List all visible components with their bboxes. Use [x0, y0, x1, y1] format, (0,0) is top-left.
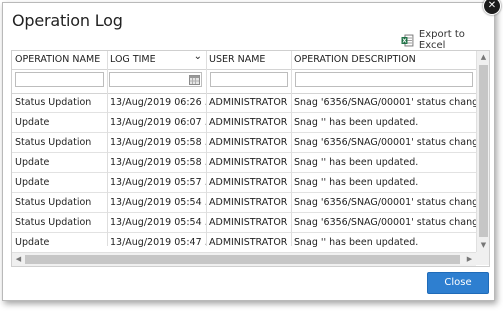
column-header-log-time[interactable]: LOG TIME ⌄ [107, 51, 206, 69]
cell-operation-description: Snag '' has been updated. [294, 237, 419, 248]
cell-user-name: ADMINISTRATOR [209, 97, 288, 108]
operation-description-filter[interactable] [295, 72, 473, 87]
operation-log-grid: OPERATION NAME LOG TIME ⌄ USER NAME OPER… [11, 50, 490, 267]
table-row[interactable]: Status Updation 13/Aug/2019 06:26 … ADMINI… [12, 93, 476, 113]
cell-operation-description: Snag '6356/SNAG/00001' status changed [294, 197, 476, 208]
table-row[interactable]: Update 13/Aug/2019 05:58 … ADMINISTRATOR Sn… [12, 153, 476, 173]
cell-user-name: ADMINISTRATOR [209, 157, 288, 168]
operation-name-filter[interactable] [15, 72, 104, 87]
cell-user-name: ADMINISTRATOR [209, 217, 288, 228]
table-row[interactable]: Update 13/Aug/2019 05:57 … ADMINISTRATOR Sn… [12, 173, 476, 193]
cell-operation-description: Snag '6356/SNAG/00001' status changed [294, 97, 476, 108]
table-row[interactable]: Update 13/Aug/2019 05:47 … ADMINISTRATOR Sn… [12, 233, 476, 253]
cell-operation-description: Snag '6356/SNAG/00001' status changed [294, 217, 476, 228]
cell-user-name: ADMINISTRATOR [209, 177, 288, 188]
table-row[interactable]: Status Updation 13/Aug/2019 05:58 … ADMINI… [12, 133, 476, 153]
filter-row [12, 69, 489, 94]
cell-operation-name: Status Updation [15, 197, 92, 208]
log-time-label: LOG TIME [110, 54, 156, 65]
cell-user-name: ADMINISTRATOR [209, 237, 288, 248]
excel-icon: X [401, 34, 414, 46]
column-header-operation-description[interactable]: OPERATION DESCRIPTION [291, 51, 476, 69]
column-header-operation-name[interactable]: OPERATION NAME [12, 51, 107, 69]
scroll-up-arrow[interactable]: ▲ [477, 51, 489, 63]
export-to-excel-link[interactable]: X Export to Excel [401, 29, 494, 51]
cell-user-name: ADMINISTRATOR [209, 197, 288, 208]
calendar-icon[interactable] [189, 74, 200, 85]
horizontal-scrollbar[interactable]: ◀ ▶ [12, 252, 476, 266]
scrollbar-corner [476, 252, 489, 265]
dialog-title: Operation Log [12, 11, 123, 30]
close-button[interactable]: Close [427, 272, 489, 294]
cell-operation-name: Update [15, 157, 50, 168]
column-divider [291, 51, 292, 246]
scroll-right-arrow[interactable]: ▶ [463, 253, 476, 266]
cell-user-name: ADMINISTRATOR [209, 137, 288, 148]
cell-operation-name: Status Updation [15, 137, 92, 148]
table-row[interactable]: Status Updation 13/Aug/2019 05:54 … ADMINI… [12, 213, 476, 233]
log-time-filter[interactable] [109, 72, 202, 87]
cell-operation-description: Snag '' has been updated. [294, 177, 419, 188]
column-divider [206, 51, 207, 246]
vertical-scrollbar[interactable]: ▲ ▼ [476, 51, 489, 252]
scroll-down-arrow[interactable]: ▼ [477, 239, 489, 251]
cell-operation-name: Status Updation [15, 97, 92, 108]
table-row[interactable]: Update 13/Aug/2019 06:07 … ADMINISTRATOR Sn… [12, 113, 476, 133]
operation-log-dialog: Operation Log X Export to Excel OPERATIO… [2, 2, 495, 301]
cell-operation-description: Snag '' has been updated. [294, 117, 419, 128]
cell-log-time: 13/Aug/2019 06:07 … [110, 117, 206, 128]
cell-operation-description: Snag '6356/SNAG/00001' status changed [294, 137, 476, 148]
cell-log-time: 13/Aug/2019 05:54 … [110, 217, 206, 228]
close-icon[interactable]: ✕ [483, 0, 501, 15]
scroll-left-arrow[interactable]: ◀ [12, 253, 25, 266]
cell-log-time: 13/Aug/2019 05:47 … [110, 237, 206, 248]
cell-operation-name: Update [15, 117, 50, 128]
vertical-scroll-thumb[interactable] [479, 65, 488, 237]
chevron-down-icon: ⌄ [193, 51, 202, 62]
cell-operation-name: Update [15, 237, 50, 248]
horizontal-scroll-thumb[interactable] [25, 255, 460, 264]
cell-log-time: 13/Aug/2019 05:57 … [110, 177, 206, 188]
cell-user-name: ADMINISTRATOR [209, 117, 288, 128]
user-name-filter[interactable] [210, 72, 288, 87]
cell-operation-description: Snag '' has been updated. [294, 157, 419, 168]
cell-operation-name: Status Updation [15, 217, 92, 228]
column-header-user-name[interactable]: USER NAME [206, 51, 291, 69]
cell-log-time: 13/Aug/2019 05:54 … [110, 197, 206, 208]
table-row[interactable]: Status Updation 13/Aug/2019 05:54 … ADMINI… [12, 193, 476, 213]
export-label: Export to Excel [418, 29, 465, 51]
cell-operation-name: Update [15, 177, 50, 188]
cell-log-time: 13/Aug/2019 05:58 … [110, 137, 206, 148]
column-divider [107, 51, 108, 246]
cell-log-time: 13/Aug/2019 05:58 … [110, 157, 206, 168]
cell-log-time: 13/Aug/2019 06:26 … [110, 97, 206, 108]
